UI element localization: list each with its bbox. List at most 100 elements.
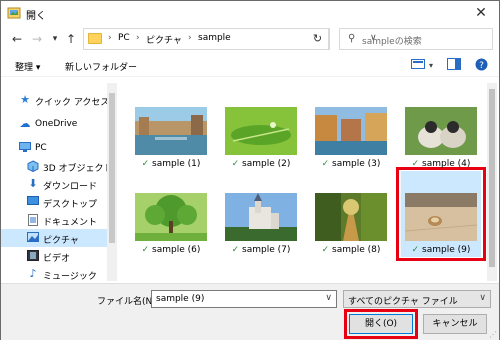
- sidebar-item-3d-objects[interactable]: 3D オブジェクト: [1, 157, 113, 175]
- window-title: 開く: [26, 11, 46, 22]
- thumbnail-green-leaf: [225, 107, 297, 155]
- navigation-bar: ← → ▾ ↑ › PC › ピクチャ › sample ∨ ↻ ⚲ sampl…: [1, 27, 499, 53]
- search-placeholder: sampleの検索: [362, 37, 422, 47]
- music-icon: ♪: [29, 267, 37, 280]
- sidebar-scroll-thumb[interactable]: [109, 93, 115, 243]
- folder-icon: [88, 33, 102, 44]
- sidebar-item-pictures[interactable]: ピクチャ: [1, 229, 107, 247]
- file-name: sample (9): [422, 245, 471, 255]
- breadcrumb-separator: ›: [136, 33, 140, 43]
- title-bar: 開く ✕: [1, 1, 499, 27]
- thumbnail-sand-shell: [405, 193, 477, 241]
- file-list: ✓ sample (1) ✓ sample (2) ✓ sample (3) ✓…: [119, 83, 486, 281]
- up-arrow-icon[interactable]: ↑: [63, 31, 79, 47]
- sidebar-item-label: ダウンロード: [43, 182, 98, 192]
- sidebar-item-label: OneDrive: [35, 119, 78, 129]
- star-icon: ★: [20, 93, 30, 106]
- sync-check-icon: ✓: [321, 245, 330, 255]
- thumbnail-canal-city: [135, 107, 207, 155]
- help-icon[interactable]: ?: [475, 58, 488, 74]
- breadcrumb-separator: ›: [108, 33, 112, 43]
- file-name: sample (4): [422, 159, 471, 169]
- computer-icon: [19, 142, 31, 154]
- picture-icon: [27, 232, 39, 244]
- thumbnail-ducklings: [405, 107, 477, 155]
- sidebar-item-desktop[interactable]: デスクトップ: [1, 193, 107, 211]
- thumbnail-river-town: [315, 107, 387, 155]
- download-icon: ⬇: [28, 177, 38, 190]
- command-bar: 整理 ▾ 新しいフォルダー ▾ ?: [1, 55, 499, 77]
- cancel-button[interactable]: キャンセル: [423, 314, 487, 334]
- file-caption: ✓ sample (8): [306, 245, 396, 255]
- sidebar-item-label: PC: [35, 143, 47, 153]
- sync-check-icon: ✓: [321, 159, 330, 169]
- navigation-pane: ★ クイック アクセス ☁ OneDrive PC 3D オブジェクト ⬇ ダウ…: [1, 83, 117, 283]
- chevron-down-icon[interactable]: ∨: [325, 293, 332, 303]
- view-options-icon[interactable]: [411, 58, 425, 74]
- sidebar-item-label: 3D オブジェクト: [43, 164, 113, 174]
- sidebar-item-onedrive[interactable]: ☁ OneDrive: [1, 115, 107, 133]
- new-folder-button[interactable]: 新しいフォルダー: [65, 60, 137, 73]
- cloud-icon: ☁: [19, 117, 31, 130]
- sidebar-item-label: ドキュメント: [43, 218, 98, 228]
- preview-pane-icon[interactable]: [447, 58, 461, 74]
- sidebar-scrollbar[interactable]: [107, 83, 117, 281]
- content-scrollbar[interactable]: [487, 83, 497, 281]
- sidebar-item-label: クイック アクセス: [35, 98, 110, 108]
- thumbnail-forest-path: [315, 193, 387, 241]
- sync-check-icon: ✓: [411, 245, 420, 255]
- sidebar-item-documents[interactable]: ドキュメント: [1, 211, 107, 229]
- sidebar-item-label: ビデオ: [43, 254, 71, 264]
- filename-input[interactable]: sample (9) ∨: [151, 290, 337, 308]
- cube-icon: [27, 160, 39, 173]
- file-name: sample (3): [332, 159, 381, 169]
- sidebar-item-videos[interactable]: ビデオ: [1, 247, 107, 265]
- open-button[interactable]: 開く(O): [349, 314, 413, 334]
- filename-label: ファイル名(N):: [97, 297, 159, 307]
- file-caption: ✓ sample (9): [396, 245, 486, 255]
- sync-check-icon: ✓: [141, 245, 150, 255]
- file-caption: ✓ sample (4): [396, 159, 486, 169]
- forward-arrow-icon[interactable]: →: [29, 31, 45, 47]
- breadcrumb-pictures[interactable]: ピクチャ: [146, 33, 182, 46]
- sidebar-item-downloads[interactable]: ⬇ ダウンロード: [1, 175, 107, 193]
- breadcrumb-sample[interactable]: sample: [198, 33, 231, 43]
- thumbnail-tree: [135, 193, 207, 241]
- file-name: sample (8): [332, 245, 381, 255]
- file-caption: ✓ sample (3): [306, 159, 396, 169]
- sync-check-icon: ✓: [411, 159, 420, 169]
- file-name: sample (2): [242, 159, 291, 169]
- breadcrumb-separator: ›: [188, 33, 192, 43]
- organize-button[interactable]: 整理 ▾: [15, 60, 40, 73]
- svg-text:?: ?: [479, 61, 484, 71]
- file-name: sample (6): [152, 245, 201, 255]
- file-caption: ✓ sample (7): [216, 245, 306, 255]
- sidebar-item-pc[interactable]: PC: [1, 139, 107, 157]
- recent-dropdown-icon[interactable]: ▾: [47, 31, 63, 47]
- file-caption: ✓ sample (2): [216, 159, 306, 169]
- dialog-footer: ファイル名(N): sample (9) ∨ すべてのピクチャ ファイル ∨ 開…: [1, 283, 499, 340]
- sidebar-item-label: ミュージック: [43, 272, 97, 282]
- back-arrow-icon[interactable]: ←: [9, 31, 25, 47]
- content-scroll-thumb[interactable]: [489, 89, 495, 267]
- thumbnail-castle: [225, 193, 297, 241]
- sync-check-icon: ✓: [231, 159, 240, 169]
- file-caption: ✓ sample (1): [126, 159, 216, 169]
- sidebar-item-music[interactable]: ♪ ミュージック: [1, 265, 107, 283]
- file-type-select[interactable]: すべてのピクチャ ファイル ∨: [343, 290, 491, 308]
- sidebar-item-label: デスクトップ: [43, 200, 98, 210]
- close-button[interactable]: ✕: [471, 4, 491, 22]
- document-icon: [27, 214, 39, 226]
- desktop-icon: [27, 196, 39, 208]
- refresh-button[interactable]: ↻: [306, 28, 330, 50]
- sidebar-item-quick-access[interactable]: ★ クイック アクセス: [1, 91, 110, 109]
- sync-check-icon: ✓: [231, 245, 240, 255]
- view-dropdown-icon[interactable]: ▾: [429, 61, 433, 77]
- file-name: sample (1): [152, 159, 201, 169]
- breadcrumb-pc[interactable]: PC: [118, 33, 130, 43]
- search-box[interactable]: ⚲ sampleの検索: [339, 28, 493, 50]
- resize-grip-icon[interactable]: ⋰: [489, 330, 497, 339]
- address-bar[interactable]: › PC › ピクチャ › sample ∨: [83, 28, 377, 50]
- chevron-down-icon: ∨: [479, 293, 486, 303]
- app-icon: [7, 7, 21, 19]
